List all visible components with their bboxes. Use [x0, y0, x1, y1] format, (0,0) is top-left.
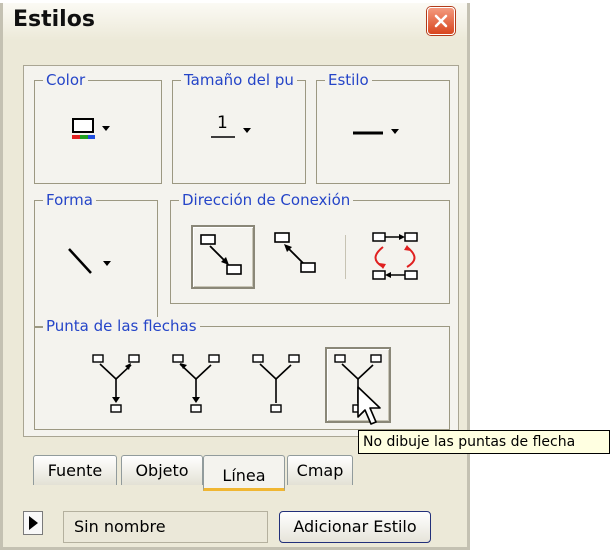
expand-button[interactable]: [23, 511, 43, 535]
shape-group-label: Forma: [43, 191, 96, 209]
size-dropdown[interactable]: 1: [205, 111, 275, 153]
styles-window: Estilos Color Tamaño del pu 1 Estilo For…: [0, 3, 470, 550]
direction-group: Dirección de Conexión: [170, 191, 450, 304]
window-title: Estilos: [13, 7, 95, 32]
title-bar[interactable]: Estilos: [3, 3, 467, 41]
mouse-cursor-icon: [357, 386, 381, 425]
close-icon: [434, 14, 448, 28]
size-value: 1: [217, 113, 228, 133]
add-style-button[interactable]: Adicionar Estilo: [279, 511, 431, 543]
line-style-icon: [353, 129, 399, 135]
tab-linea[interactable]: Línea: [203, 455, 285, 491]
tab-cmap[interactable]: Cmap: [287, 455, 353, 485]
direction-group-label: Dirección de Conexión: [179, 191, 354, 209]
close-button[interactable]: [427, 7, 455, 35]
shape-group: Forma: [34, 191, 158, 328]
tab-objeto[interactable]: Objeto: [121, 455, 203, 485]
color-group: Color: [34, 71, 162, 184]
line-shape-icon: [68, 248, 111, 274]
size-group-label: Tamaño del pu: [181, 71, 297, 89]
style-group: Estilo: [316, 71, 450, 184]
connect-reverse-icon: [274, 232, 316, 273]
arrowheads-middle-button[interactable]: [245, 349, 309, 421]
tab-fuente[interactable]: Fuente: [33, 455, 117, 485]
color-dropdown[interactable]: [67, 111, 131, 153]
arrowheads-group: Punta de las flechas: [34, 317, 450, 430]
connect-bidirectional-icon: [372, 232, 418, 280]
style-dropdown[interactable]: [347, 111, 421, 153]
size-group: Tamaño del pu 1: [172, 71, 306, 184]
shape-dropdown[interactable]: [63, 243, 129, 285]
arrowheads-all-icon: [92, 354, 140, 413]
direction-reverse-button[interactable]: [267, 225, 331, 289]
arrowheads-middle-icon: [252, 354, 300, 413]
arrowheads-reverse-icon: [172, 354, 220, 413]
color-group-label: Color: [43, 71, 89, 89]
arrowheads-all-button[interactable]: [85, 349, 149, 421]
arrowheads-reverse-button[interactable]: [165, 349, 229, 421]
line-color-icon: [72, 118, 110, 139]
direction-bidirectional-button[interactable]: [361, 225, 431, 289]
play-icon: [29, 516, 38, 530]
line-tab-panel: Color Tamaño del pu 1 Estilo Forma Direc…: [23, 65, 459, 437]
style-group-label: Estilo: [325, 71, 372, 89]
tooltip: No dibuje las puntas de flecha: [358, 430, 610, 454]
connect-forward-icon: [200, 234, 242, 275]
arrowheads-group-label: Punta de las flechas: [43, 317, 200, 335]
style-name-field[interactable]: Sin nombre: [63, 511, 268, 543]
line-size-icon: [211, 128, 251, 138]
direction-forward-button[interactable]: [191, 225, 255, 289]
direction-divider: [345, 235, 346, 279]
